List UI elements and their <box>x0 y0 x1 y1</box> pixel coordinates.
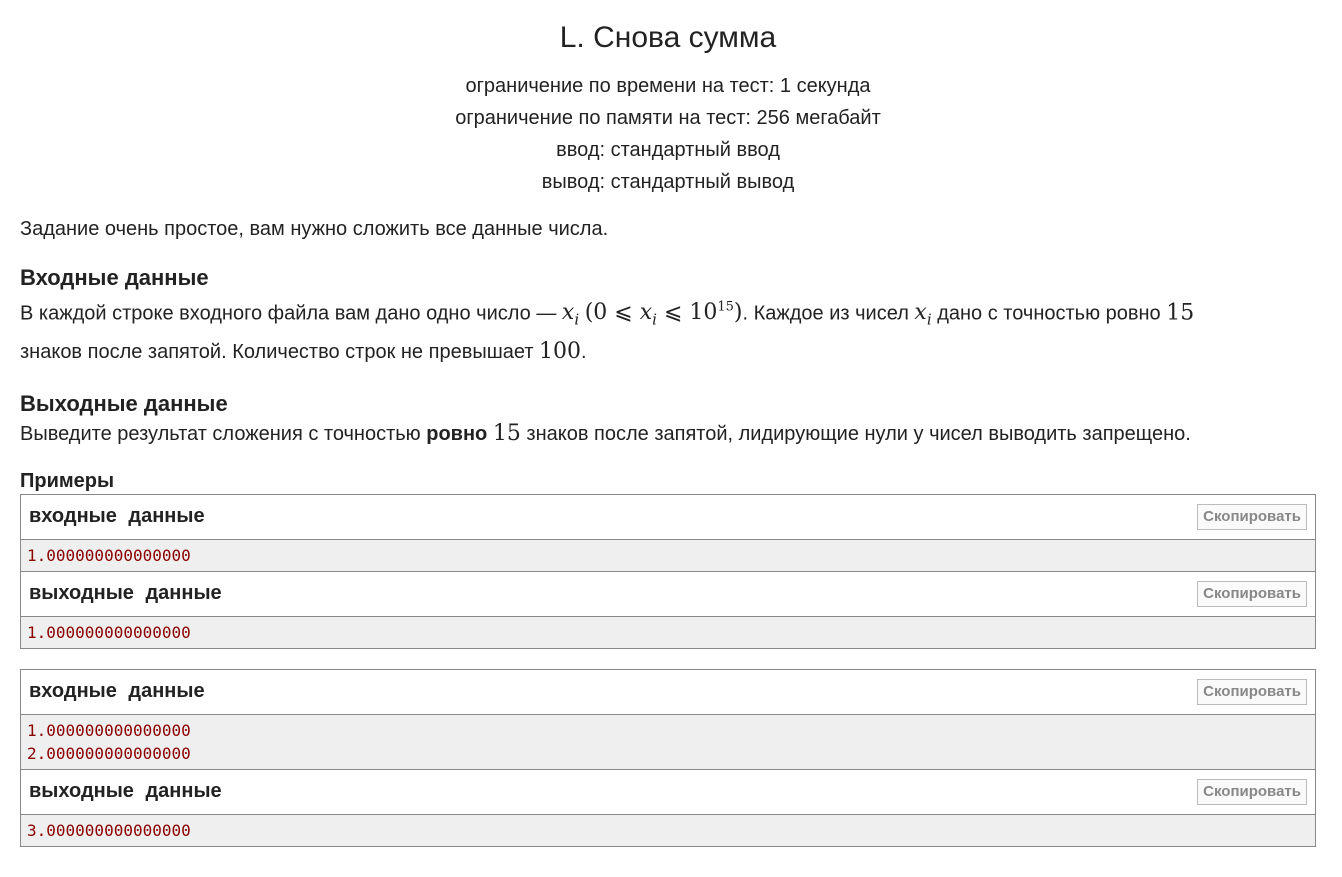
example-input-header: входные данные Скопировать <box>21 494 1315 540</box>
output-label: выходные данные <box>29 582 222 605</box>
output-section-title: Выходные данные <box>20 390 228 416</box>
copy-button[interactable]: Скопировать <box>1197 778 1307 805</box>
examples-title: Примеры <box>20 469 115 492</box>
output-source: вывод: стандартный вывод <box>541 171 795 193</box>
math-condition: (0 ⩽ xi ⩽ 1015) <box>584 300 743 329</box>
example-output-header: выходные данные Скопировать <box>21 571 1315 617</box>
math-var: xi <box>561 300 580 329</box>
copy-button[interactable]: Скопировать <box>1197 678 1307 705</box>
example-input-header: входные данные Скопировать <box>21 669 1315 715</box>
example-2: входные данные Скопировать 1.00000000000… <box>20 668 1316 847</box>
problem-title: L. Снова сумма <box>559 21 777 54</box>
example-input[interactable]: 1.000000000000000 2.000000000000000 <box>21 714 1315 770</box>
output-label: выходные данные <box>29 780 222 803</box>
input-label: входные данные <box>29 680 205 703</box>
time-limit: ограничение по времени на тест: 1 секунд… <box>465 75 871 97</box>
input-source: ввод: стандартный ввод <box>556 139 780 161</box>
legend: Задание очень простое, вам нужно сложить… <box>20 218 609 240</box>
example-input[interactable]: 1.000000000000000 <box>21 539 1315 572</box>
example-output[interactable]: 1.000000000000000 <box>21 616 1315 648</box>
example-output-header: выходные данные Скопировать <box>21 769 1315 815</box>
copy-button[interactable]: Скопировать <box>1197 580 1307 607</box>
memory-limit: ограничение по памяти на тест: 256 мегаб… <box>455 107 881 129</box>
input-spec: В каждой строке входного файла вам дано … <box>20 300 1195 364</box>
problem-statement: L. Снова сумма ограничение по времени на… <box>20 0 1316 847</box>
example-1: входные данные Скопировать 1.00000000000… <box>20 493 1316 649</box>
math-var: xi <box>914 300 932 329</box>
copy-button[interactable]: Скопировать <box>1197 503 1307 530</box>
input-label: входные данные <box>29 505 205 528</box>
input-section-title: Входные данные <box>20 265 209 290</box>
limits-block: ограничение по времени на тест: 1 секунд… <box>20 70 1316 198</box>
example-output[interactable]: 3.000000000000000 <box>21 814 1315 846</box>
output-spec: Выведите результат сложения с точностью … <box>20 420 1191 446</box>
